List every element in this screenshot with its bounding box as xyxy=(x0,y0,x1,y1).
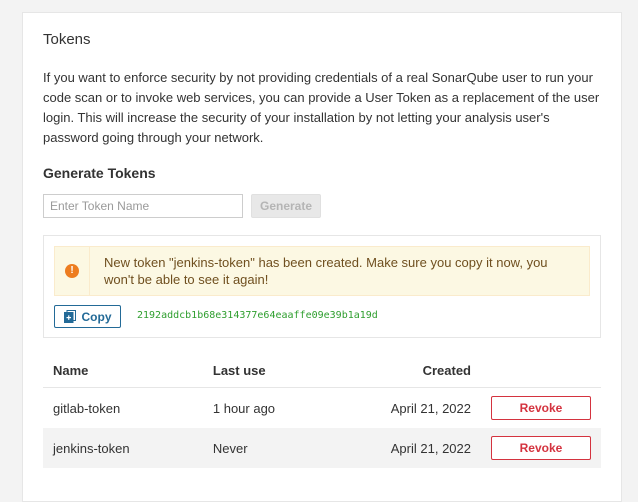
token-name: gitlab-token xyxy=(53,400,121,416)
token-created: April 21, 2022 xyxy=(333,428,481,468)
generate-button[interactable]: Generate xyxy=(251,194,321,218)
new-token-box: ! New token "jenkins-token" has been cre… xyxy=(43,235,601,338)
tokens-table: Name Last use Created gitlab-token 1 hou… xyxy=(43,353,601,468)
token-actions: Revoke xyxy=(481,428,601,468)
token-actions: Revoke xyxy=(481,388,601,429)
section-description: If you want to enforce security by not p… xyxy=(43,70,600,145)
generate-tokens-heading: Generate Tokens xyxy=(43,165,156,181)
header-actions xyxy=(481,353,601,388)
section-title: Tokens xyxy=(43,31,91,48)
copy-button-label: Copy xyxy=(81,309,112,324)
header-created: Created xyxy=(333,353,481,388)
tokens-panel: Tokens If you want to enforce security b… xyxy=(22,12,622,502)
token-name: jenkins-token xyxy=(43,428,203,468)
warning-icon: ! xyxy=(65,264,79,278)
header-last-use: Last use xyxy=(202,353,334,388)
token-created: April 21, 2022 xyxy=(390,400,471,416)
token-last-use: 1 hour ago xyxy=(212,400,276,416)
table-row: jenkins-token Never April 21, 2022 Revok… xyxy=(43,428,601,468)
token-value: 2192addcb1b68e314377e64eaaffe09e39b1a19d xyxy=(137,310,378,321)
copy-icon xyxy=(63,310,76,323)
table-header-row: Name Last use Created xyxy=(43,353,601,388)
table-row: gitlab-token 1 hour ago April 21, 2022 R… xyxy=(43,388,601,429)
token-created-alert: ! New token "jenkins-token" has been cre… xyxy=(54,246,590,296)
revoke-button[interactable]: Revoke xyxy=(491,396,591,420)
alert-message: New token "jenkins-token" has been creat… xyxy=(104,255,548,287)
header-name: Name xyxy=(43,353,203,388)
token-last-use: Never xyxy=(202,428,334,468)
alert-icon-cell: ! xyxy=(55,247,90,295)
copy-button[interactable]: Copy xyxy=(54,305,121,328)
revoke-button[interactable]: Revoke xyxy=(491,436,591,460)
token-name-input[interactable] xyxy=(43,194,243,218)
